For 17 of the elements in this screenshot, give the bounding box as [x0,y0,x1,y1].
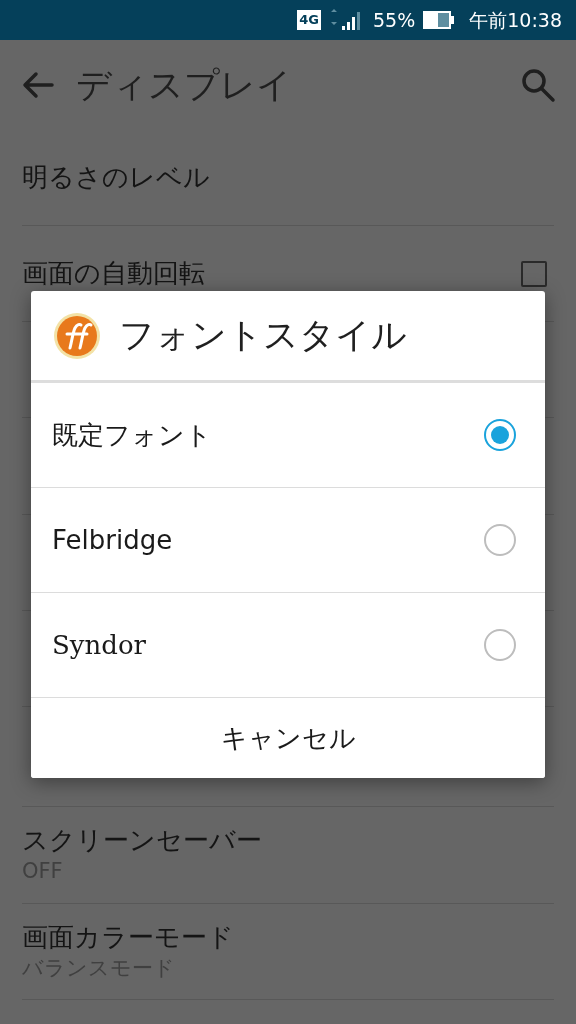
clock: 午前10:38 [469,7,562,33]
battery-icon [423,10,456,30]
network-badge: 4G [297,10,321,30]
back-arrow-icon[interactable] [22,71,54,99]
dialog-title: フォントスタイル [119,314,407,358]
radio-button[interactable] [484,629,516,661]
checkbox[interactable] [521,260,547,287]
setting-title: 画面の自動回転 [22,257,205,290]
search-icon[interactable] [520,67,556,103]
toolbar-title: ディスプレイ [76,63,293,107]
radio-button[interactable] [484,419,516,451]
font-app-icon [53,311,101,360]
cancel-button[interactable]: キャンセル [31,698,545,778]
battery-percent: 55% [373,7,416,33]
font-option[interactable]: 既定フォント [31,383,545,488]
font-option[interactable]: Felbridge [31,488,545,593]
radio-button[interactable] [484,524,516,556]
